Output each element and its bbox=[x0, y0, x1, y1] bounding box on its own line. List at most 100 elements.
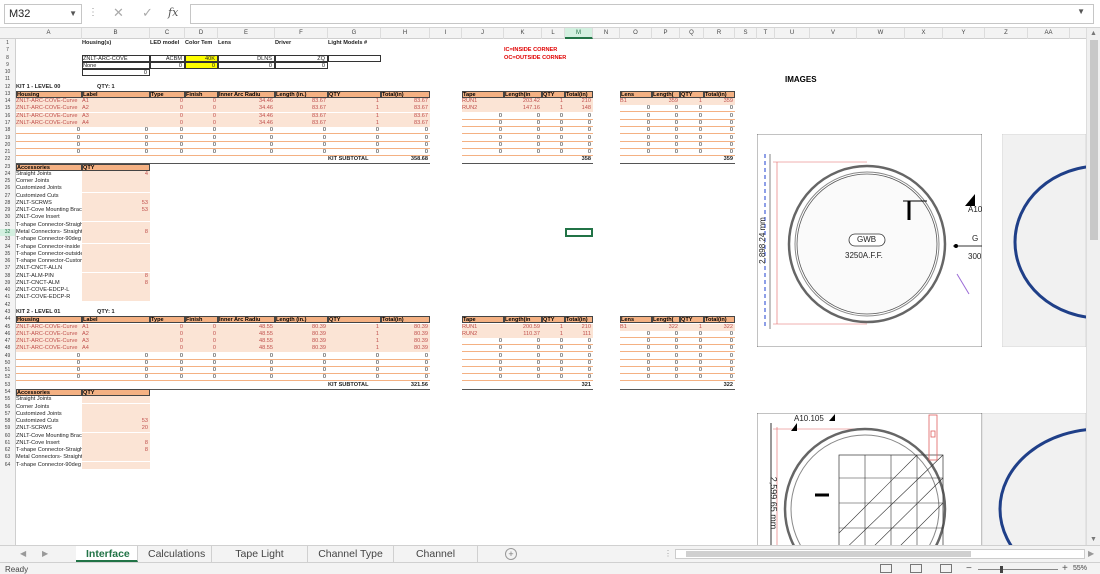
horizontal-scrollbar[interactable] bbox=[675, 549, 1085, 559]
accessory-label[interactable]: ZNLT-Cove Mounting Brack bbox=[16, 433, 82, 440]
row-header[interactable]: 23 bbox=[0, 164, 15, 171]
table-row-cell[interactable]: 0 bbox=[150, 127, 185, 135]
table-row-cell[interactable]: 0 bbox=[185, 374, 218, 382]
lens-row-cell[interactable]: 0 bbox=[704, 105, 735, 113]
lens-header[interactable]: Total(in) bbox=[704, 90, 735, 98]
row-header[interactable]: 25 bbox=[0, 178, 15, 185]
tape-row-cell[interactable]: 0 bbox=[542, 374, 565, 382]
table-row-cell[interactable]: 0 bbox=[185, 345, 218, 353]
table-row-cell[interactable]: 83.67 bbox=[275, 105, 328, 113]
table-row-cell[interactable]: 0 bbox=[328, 367, 381, 375]
lens-row-cell[interactable]: 0 bbox=[620, 113, 652, 120]
accessory-qty[interactable] bbox=[82, 236, 150, 244]
tape-row-cell[interactable]: 0 bbox=[462, 127, 504, 135]
lens-row-cell[interactable]: 0 bbox=[704, 331, 735, 338]
accessory-label[interactable]: T-shape Connector-outside L bbox=[16, 251, 82, 258]
accessory-qty[interactable]: 53 bbox=[82, 199, 150, 207]
table-row-cell[interactable]: 0 bbox=[218, 353, 275, 360]
table-row-cell[interactable]: 0 bbox=[150, 367, 185, 375]
tape-row-cell[interactable]: 0 bbox=[504, 142, 542, 149]
row-header[interactable]: 43 bbox=[0, 309, 15, 316]
table-row-cell[interactable]: A2 bbox=[82, 105, 150, 113]
table-row-cell[interactable]: 1 bbox=[328, 119, 381, 127]
row-header[interactable]: 64 bbox=[0, 462, 15, 469]
accessory-label[interactable]: ZNLT-COVE-EDCP-L bbox=[16, 287, 82, 294]
column-header-z[interactable]: Z bbox=[985, 28, 1028, 39]
row-header[interactable]: 57 bbox=[0, 411, 15, 418]
row-header[interactable]: 50 bbox=[0, 360, 15, 367]
table-row-cell[interactable]: ZNLT-ARC-COVE-Curve bbox=[16, 323, 82, 331]
column-header-y[interactable]: Y bbox=[943, 28, 985, 39]
table-row-cell[interactable]: 0 bbox=[16, 135, 82, 142]
lens-row-cell[interactable]: 0 bbox=[620, 353, 652, 360]
formula-input[interactable]: ▼ bbox=[190, 4, 1094, 24]
table-row-cell[interactable]: 0 bbox=[185, 135, 218, 142]
spec-driver-cell-2[interactable]: 0 bbox=[275, 61, 328, 69]
tape-row-cell[interactable]: 0 bbox=[565, 135, 593, 142]
accessory-label[interactable]: ZNLT-CNCT-ALM bbox=[16, 280, 82, 287]
table-row-cell[interactable]: 0 bbox=[185, 149, 218, 157]
row-header[interactable]: 22 bbox=[0, 156, 15, 163]
table-row-cell[interactable]: 83.67 bbox=[275, 119, 328, 127]
tape-row-cell[interactable]: RUN1 bbox=[462, 98, 504, 106]
column-header-a[interactable]: A bbox=[16, 28, 82, 39]
tape-row-cell[interactable]: 0 bbox=[504, 135, 542, 142]
lens-row-cell[interactable]: 0 bbox=[620, 338, 652, 346]
lens-row-cell[interactable]: 359 bbox=[652, 98, 680, 106]
table-header[interactable]: Total(in) bbox=[381, 90, 430, 98]
accessory-label[interactable]: ZNLT-CNCT-ALLN bbox=[16, 265, 82, 272]
table-row-cell[interactable]: 1 bbox=[328, 98, 381, 106]
row-header[interactable]: 36 bbox=[0, 258, 15, 265]
table-row-cell[interactable]: 83.67 bbox=[275, 112, 328, 120]
scroll-right-icon[interactable]: ▶ bbox=[1088, 549, 1094, 558]
row-header[interactable]: 33 bbox=[0, 236, 15, 243]
tape-row-cell[interactable]: 1 bbox=[542, 105, 565, 113]
lens-row-cell[interactable]: 0 bbox=[704, 374, 735, 382]
table-row-cell[interactable]: 80.39 bbox=[275, 330, 328, 338]
lens-label[interactable]: Lens bbox=[218, 40, 275, 47]
lens-row-cell[interactable]: 0 bbox=[680, 338, 704, 346]
row-header[interactable]: 1 bbox=[0, 40, 15, 47]
tape-row-cell[interactable]: RUN2 bbox=[462, 330, 504, 338]
page-break-icon[interactable] bbox=[940, 564, 952, 573]
tape-row-cell[interactable]: 0 bbox=[565, 338, 593, 346]
lens-row-cell[interactable]: 0 bbox=[652, 142, 680, 149]
tab-prev-icon[interactable]: ◀ bbox=[20, 549, 26, 558]
driver-label[interactable]: Driver bbox=[275, 40, 328, 47]
tape-row-cell[interactable]: 1 bbox=[542, 330, 565, 338]
table-header[interactable]: Housing bbox=[16, 90, 82, 98]
lens-row-cell[interactable]: 0 bbox=[680, 331, 704, 338]
scroll-thumb[interactable] bbox=[1090, 40, 1098, 240]
column-header-q[interactable]: Q bbox=[680, 28, 704, 39]
tape-row-cell[interactable]: 210 bbox=[565, 98, 593, 106]
scroll-down-icon[interactable]: ▼ bbox=[1090, 536, 1097, 543]
table-row-cell[interactable]: 0 bbox=[328, 353, 381, 360]
table-row-cell[interactable]: 0 bbox=[328, 142, 381, 149]
column-header-r[interactable]: R bbox=[704, 28, 735, 39]
table-row-cell[interactable]: 0 bbox=[218, 127, 275, 135]
table-row-cell[interactable]: 80.39 bbox=[275, 323, 328, 331]
table-row-cell[interactable]: 0 bbox=[16, 142, 82, 149]
row-header[interactable]: 47 bbox=[0, 338, 15, 345]
tape-row-cell[interactable]: 0 bbox=[504, 149, 542, 157]
table-row-cell[interactable]: 0 bbox=[218, 374, 275, 382]
tape-row-cell[interactable]: 0 bbox=[504, 345, 542, 353]
row-header[interactable]: 21 bbox=[0, 149, 15, 156]
accessory-label[interactable]: T-shape Connector-Straight bbox=[16, 222, 82, 229]
spec-housing-cell[interactable]: ZNLT-ARC-COVE bbox=[82, 54, 150, 62]
lens-row-cell[interactable]: 0 bbox=[680, 120, 704, 127]
column-header-x[interactable]: X bbox=[905, 28, 943, 39]
accessory-label[interactable]: ZNLT-Cove Insert bbox=[16, 440, 82, 447]
lens-row-cell[interactable]: 0 bbox=[704, 127, 735, 135]
lens-header[interactable]: QTY bbox=[680, 316, 704, 324]
row-header[interactable]: 37 bbox=[0, 265, 15, 272]
accessory-label[interactable]: ZNLT-Cove Insert bbox=[16, 214, 82, 221]
tape-row-cell[interactable]: 1 bbox=[542, 98, 565, 106]
table-row-cell[interactable]: 80.39 bbox=[275, 338, 328, 346]
row-header[interactable]: 38 bbox=[0, 273, 15, 280]
lens-header[interactable]: QTY bbox=[680, 90, 704, 98]
tape-row-cell[interactable]: 0 bbox=[565, 142, 593, 149]
table-row-cell[interactable]: 0 bbox=[185, 127, 218, 135]
hscroll-thumb[interactable] bbox=[686, 551, 971, 557]
table-row-cell[interactable]: 0 bbox=[16, 149, 82, 157]
